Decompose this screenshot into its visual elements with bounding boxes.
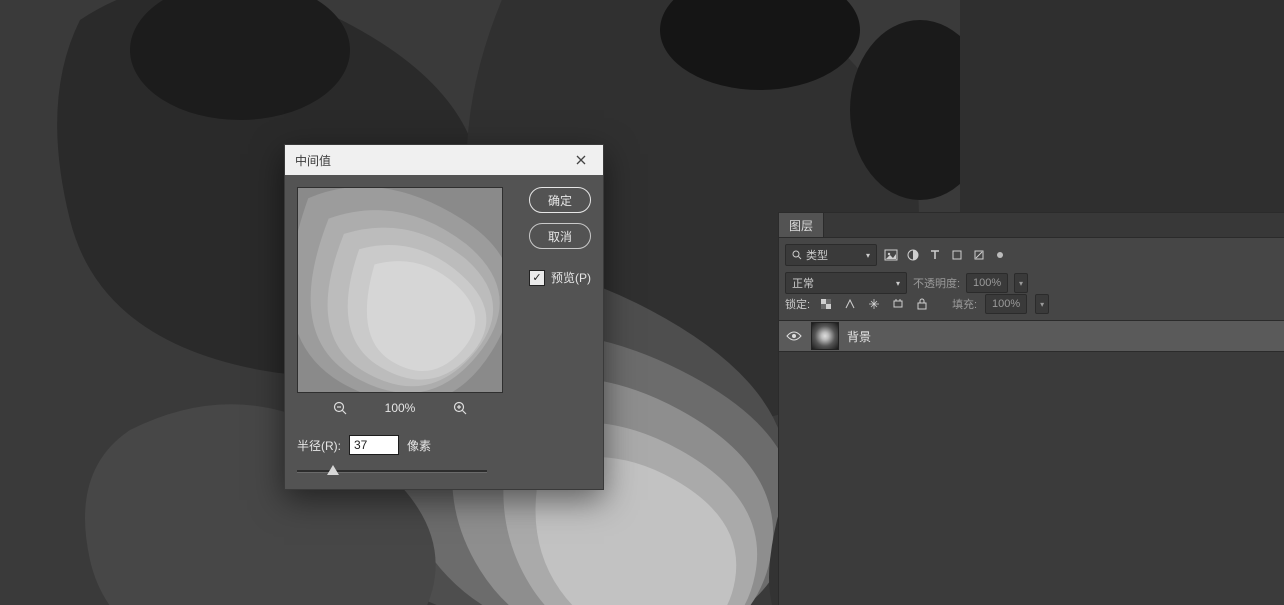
zoom-in-icon[interactable] — [451, 399, 469, 417]
slider-thumb-icon[interactable] — [327, 465, 339, 475]
filter-adjustment-icon[interactable] — [905, 247, 921, 263]
layer-thumbnail[interactable] — [811, 322, 839, 350]
preview-checkbox[interactable]: ✓ — [529, 270, 545, 286]
blend-mode-select[interactable]: 正常 ▾ — [785, 272, 907, 294]
lock-position-icon[interactable] — [866, 296, 882, 312]
radius-slider[interactable] — [297, 465, 487, 477]
cancel-button[interactable]: 取消 — [529, 223, 591, 249]
filter-smartobject-icon[interactable] — [971, 247, 987, 263]
layer-name[interactable]: 背景 — [847, 328, 871, 345]
dialog-title: 中间值 — [295, 152, 331, 169]
filter-preview[interactable] — [297, 187, 503, 393]
radius-label: 半径(R): — [297, 437, 341, 454]
dialog-titlebar[interactable]: 中间值 — [285, 145, 603, 175]
layer-filter-select[interactable]: 类型 ▾ — [785, 244, 877, 266]
filter-toggle-icon[interactable] — [997, 252, 1003, 258]
opacity-label: 不透明度: — [913, 275, 960, 291]
radius-unit: 像素 — [407, 437, 431, 454]
lock-transparency-icon[interactable] — [818, 296, 834, 312]
fill-label: 填充: — [952, 296, 977, 312]
close-icon[interactable] — [569, 148, 593, 172]
lock-label: 锁定: — [785, 296, 810, 312]
tab-layers[interactable]: 图层 — [779, 213, 824, 237]
filter-image-icon[interactable] — [883, 247, 899, 263]
layers-panel: 图层 类型 ▾ 正常 ▾ 不透明度: 100% — [778, 212, 1284, 605]
radius-input[interactable] — [349, 435, 399, 455]
lock-pixels-icon[interactable] — [842, 296, 858, 312]
opacity-value[interactable]: 100% — [966, 273, 1008, 293]
filter-text-icon[interactable] — [927, 247, 943, 263]
fill-value[interactable]: 100% — [985, 294, 1027, 314]
preview-checkbox-label: 预览(P) — [551, 269, 591, 286]
opacity-dropdown-icon[interactable]: ▾ — [1014, 273, 1028, 293]
lock-artboard-icon[interactable] — [890, 296, 906, 312]
fill-dropdown-icon[interactable]: ▾ — [1035, 294, 1049, 314]
ok-button[interactable]: 确定 — [529, 187, 591, 213]
layer-row[interactable]: 背景 — [779, 321, 1284, 352]
median-dialog: 中间值 100% 半径(R): — [284, 144, 604, 490]
lock-all-icon[interactable] — [914, 296, 930, 312]
visibility-icon[interactable] — [785, 327, 803, 345]
zoom-level: 100% — [385, 401, 416, 415]
zoom-out-icon[interactable] — [331, 399, 349, 417]
chevron-down-icon: ▾ — [866, 251, 870, 260]
layer-list: 背景 — [779, 321, 1284, 605]
filter-shape-icon[interactable] — [949, 247, 965, 263]
chevron-down-icon: ▾ — [896, 279, 900, 288]
search-icon — [792, 250, 802, 260]
